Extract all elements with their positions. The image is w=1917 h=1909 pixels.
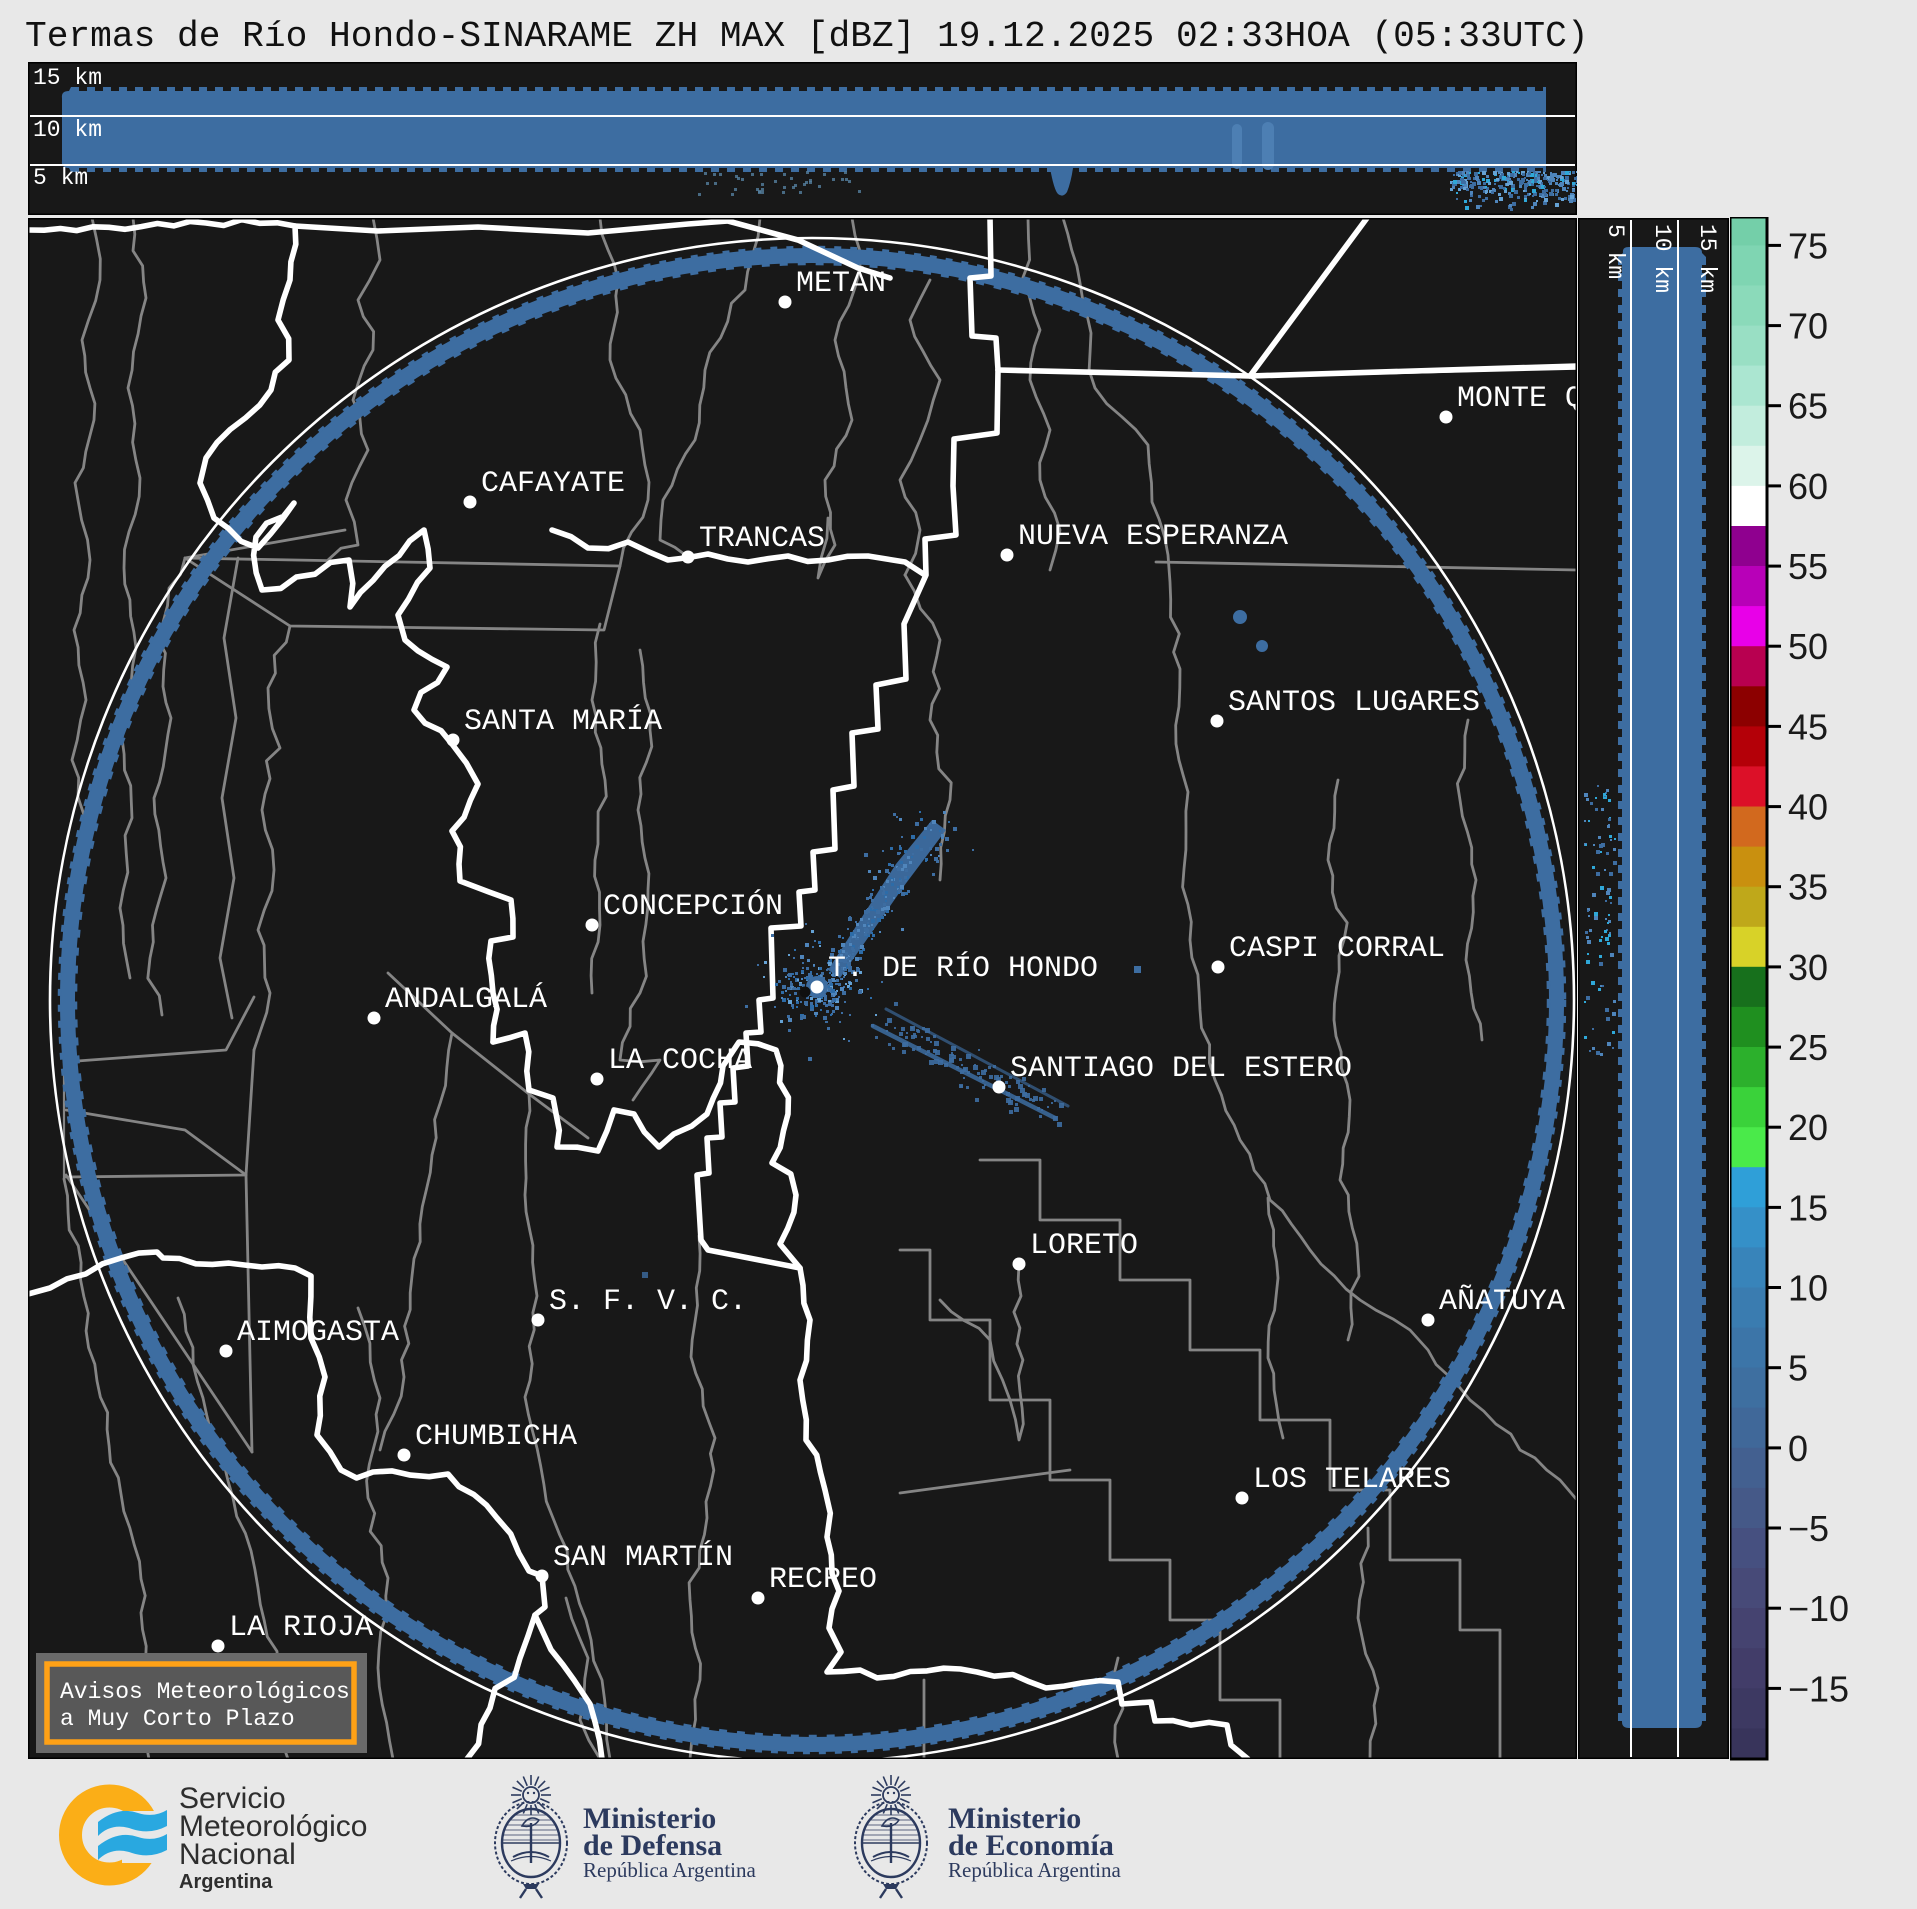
svg-text:LORETO: LORETO	[1030, 1229, 1138, 1263]
svg-text:15 km: 15 km	[1694, 224, 1720, 293]
svg-text:75: 75	[1788, 225, 1828, 266]
svg-text:55: 55	[1788, 546, 1828, 587]
svg-text:SANTOS LUGARES: SANTOS LUGARES	[1228, 686, 1480, 720]
svg-text:RECREO: RECREO	[769, 1563, 877, 1597]
svg-text:15 km: 15 km	[33, 65, 102, 91]
svg-text:10: 10	[1788, 1268, 1828, 1309]
svg-text:25: 25	[1788, 1027, 1828, 1068]
svg-text:NUEVA ESPERANZA: NUEVA ESPERANZA	[1018, 520, 1288, 554]
svg-text:70: 70	[1788, 306, 1828, 347]
svg-text:República Argentina: República Argentina	[948, 1858, 1121, 1882]
svg-text:T. DE RÍO HONDO: T. DE RÍO HONDO	[828, 951, 1098, 986]
svg-text:SANTA MARÍA: SANTA MARÍA	[464, 704, 662, 739]
svg-text:30: 30	[1788, 947, 1828, 988]
svg-text:Argentina: Argentina	[179, 1871, 273, 1893]
svg-text:a Muy Corto Plazo: a Muy Corto Plazo	[60, 1706, 295, 1732]
svg-text:5: 5	[1788, 1348, 1808, 1389]
svg-text:TRANCAS: TRANCAS	[699, 522, 825, 556]
svg-text:35: 35	[1788, 867, 1828, 908]
svg-text:LA RIOJA: LA RIOJA	[229, 1611, 373, 1645]
svg-text:MONTE QUEMADO: MONTE QUEMADO	[1457, 382, 1577, 416]
svg-text:AÑATUYA: AÑATUYA	[1439, 1284, 1565, 1319]
svg-text:65: 65	[1788, 386, 1828, 427]
svg-text:5 km: 5 km	[33, 165, 88, 191]
svg-text:CHUMBICHA: CHUMBICHA	[415, 1420, 577, 1454]
svg-text:Nacional: Nacional	[179, 1838, 296, 1871]
svg-text:AIMOGASTA: AIMOGASTA	[237, 1316, 399, 1350]
svg-text:45: 45	[1788, 706, 1828, 747]
svg-text:CAFAYATE: CAFAYATE	[481, 467, 625, 501]
svg-text:−5: −5	[1788, 1508, 1829, 1549]
svg-text:40: 40	[1788, 787, 1828, 828]
svg-text:CONCEPCIÓN: CONCEPCIÓN	[603, 889, 783, 924]
svg-text:5 km: 5 km	[1602, 224, 1628, 279]
svg-text:SANTIAGO DEL ESTERO: SANTIAGO DEL ESTERO	[1010, 1052, 1352, 1086]
svg-text:50: 50	[1788, 626, 1828, 667]
svg-text:60: 60	[1788, 466, 1828, 507]
svg-text:S. F. V. C.: S. F. V. C.	[549, 1285, 747, 1319]
svg-text:Avisos Meteorológicos: Avisos Meteorológicos	[60, 1679, 350, 1705]
svg-text:ANDALGALÁ: ANDALGALÁ	[385, 982, 547, 1017]
svg-text:10 km: 10 km	[1649, 224, 1675, 293]
svg-text:METÁN: METÁN	[796, 266, 886, 301]
svg-text:LOS TELARES: LOS TELARES	[1253, 1463, 1451, 1497]
svg-text:10 km: 10 km	[33, 117, 102, 143]
svg-text:CASPI CORRAL: CASPI CORRAL	[1229, 932, 1445, 966]
svg-text:República Argentina: República Argentina	[583, 1858, 756, 1882]
svg-text:−15: −15	[1788, 1668, 1849, 1709]
svg-text:15: 15	[1788, 1187, 1828, 1228]
svg-text:20: 20	[1788, 1107, 1828, 1148]
svg-text:−10: −10	[1788, 1588, 1849, 1629]
svg-text:0: 0	[1788, 1428, 1808, 1469]
svg-text:SAN MARTÍN: SAN MARTÍN	[553, 1540, 733, 1575]
svg-text:LA COCHA: LA COCHA	[608, 1044, 752, 1078]
